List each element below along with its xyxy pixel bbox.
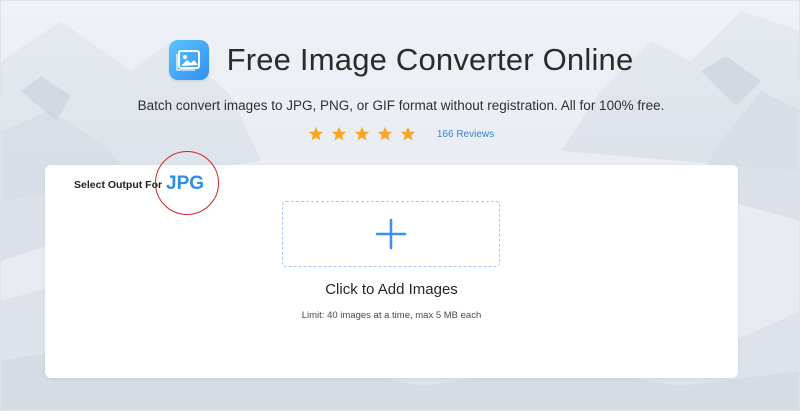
converter-card: Select Output For JPG Click to Add Image… (45, 151, 738, 378)
upload-limit-text: Limit: 40 images at a time, max 5 MB eac… (301, 310, 482, 321)
output-format-label: Select Output For (74, 179, 163, 191)
plus-icon (375, 218, 407, 250)
header: Free Image Converter Online (1, 35, 799, 85)
output-format-selector[interactable]: JPG (166, 173, 204, 195)
star-icon (400, 126, 416, 141)
page-frame: Free Image Converter Online Batch conver… (0, 0, 800, 411)
reviews-link[interactable]: 166 Reviews (437, 129, 494, 140)
star-icon (308, 126, 324, 141)
star-icon (377, 126, 393, 141)
star-icon (331, 126, 347, 141)
add-images-dropzone[interactable] (282, 201, 500, 267)
star-rating (308, 126, 423, 142)
star-icon (354, 126, 370, 141)
add-images-button[interactable]: Click to Add Images (45, 281, 738, 298)
page-subtitle: Batch convert images to JPG, PNG, or GIF… (137, 98, 665, 113)
page-title: Free Image Converter Online (226, 42, 634, 77)
image-gallery-icon (168, 40, 209, 80)
rating: 166 Reviews (1, 126, 799, 142)
